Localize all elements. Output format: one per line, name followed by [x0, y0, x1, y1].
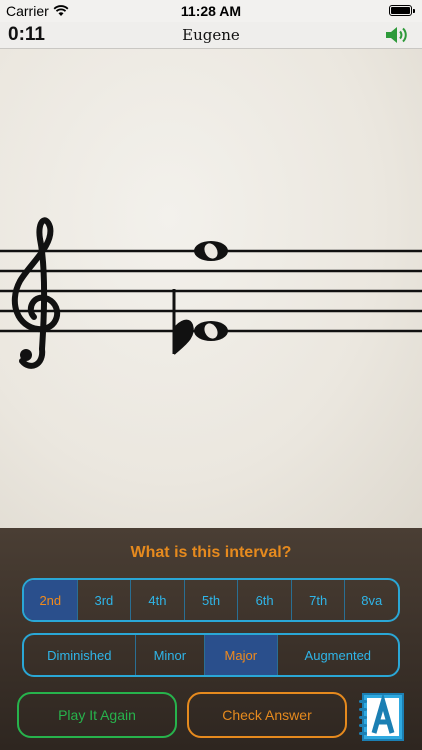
battery-icon	[389, 5, 415, 16]
nav-bar: 0:11 Eugene	[0, 22, 422, 49]
check-answer-button[interactable]: Check Answer	[187, 692, 347, 738]
question-prompt: What is this interval?	[130, 544, 292, 561]
quality-option-minor[interactable]: Minor	[136, 635, 205, 675]
answer-panel: What is this interval? 2nd 3rd 4th 5th 6…	[0, 528, 422, 750]
interval-option-7th[interactable]: 7th	[292, 580, 346, 620]
music-staff	[0, 217, 422, 369]
interval-quality-selector: Diminished Minor Major Augmented	[22, 633, 400, 677]
interval-number-selector: 2nd 3rd 4th 5th 6th 7th 8va	[22, 578, 400, 622]
speaker-icon[interactable]	[384, 25, 410, 45]
flat-icon	[172, 289, 194, 355]
treble-clef-icon	[11, 217, 61, 369]
status-time: 11:28 AM	[180, 3, 242, 19]
quality-option-diminished[interactable]: Diminished	[24, 635, 136, 675]
interval-option-5th[interactable]: 5th	[185, 580, 239, 620]
play-again-button[interactable]: Play It Again	[17, 692, 177, 738]
status-bar: Carrier 11:28 AM	[0, 0, 422, 22]
interval-option-3rd[interactable]: 3rd	[78, 580, 132, 620]
interval-option-6th[interactable]: 6th	[238, 580, 292, 620]
quality-option-augmented[interactable]: Augmented	[278, 635, 398, 675]
quality-option-major[interactable]: Major	[205, 635, 278, 675]
interval-option-8va[interactable]: 8va	[345, 580, 398, 620]
interval-option-4th[interactable]: 4th	[131, 580, 185, 620]
answer-book-icon[interactable]	[356, 692, 406, 742]
page-title: Eugene	[182, 26, 240, 44]
interval-option-2nd[interactable]: 2nd	[24, 580, 78, 620]
staff-area	[0, 49, 422, 528]
